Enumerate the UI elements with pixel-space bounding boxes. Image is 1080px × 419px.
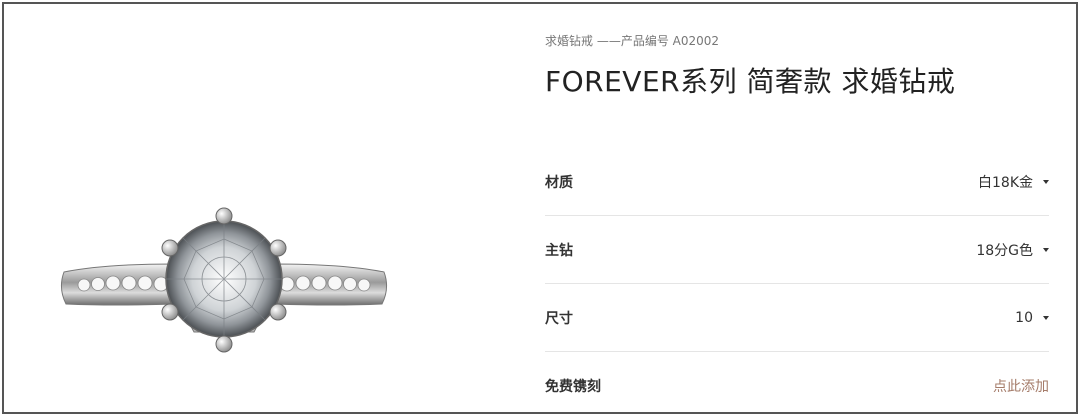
option-value: 18分G色 bbox=[976, 242, 1033, 259]
caret-down-icon bbox=[1043, 315, 1049, 320]
option-size[interactable]: 尺寸 10 bbox=[545, 284, 1049, 352]
engraving-label: 免费镌刻 bbox=[545, 378, 601, 395]
option-label: 尺寸 bbox=[545, 310, 573, 327]
breadcrumb: 求婚钻戒 ——产品编号 A02002 bbox=[545, 34, 720, 48]
option-material[interactable]: 材质 白18K金 bbox=[545, 148, 1049, 216]
diamond-ring-image bbox=[60, 207, 388, 353]
option-value-select[interactable]: 白18K金 bbox=[978, 172, 1049, 192]
caret-down-icon bbox=[1043, 247, 1049, 252]
add-engraving-link[interactable]: 点此添加 bbox=[993, 376, 1049, 396]
option-engraving: 免费镌刻 点此添加 bbox=[545, 352, 1049, 419]
option-main-diamond[interactable]: 主钻 18分G色 bbox=[545, 216, 1049, 284]
product-image bbox=[44, 154, 404, 384]
option-value-select[interactable]: 18分G色 bbox=[976, 240, 1049, 260]
option-value-select[interactable]: 10 bbox=[1015, 310, 1049, 326]
option-value: 白18K金 bbox=[978, 174, 1033, 191]
option-label: 材质 bbox=[545, 174, 573, 191]
product-panel: 求婚钻戒 ——产品编号 A02002 FOREVER系列 简奢款 求婚钻戒 材质… bbox=[2, 2, 1078, 414]
option-value: 10 bbox=[1015, 309, 1033, 326]
product-title: FOREVER系列 简奢款 求婚钻戒 bbox=[545, 65, 956, 98]
caret-down-icon bbox=[1043, 179, 1049, 184]
option-label: 主钻 bbox=[545, 242, 573, 259]
